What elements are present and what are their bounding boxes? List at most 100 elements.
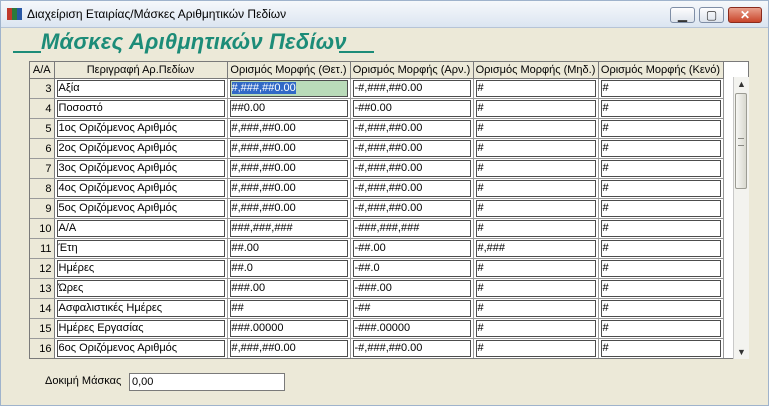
- close-button[interactable]: ✕: [728, 7, 762, 23]
- cell-neg[interactable]: -#,###,##0.00: [350, 158, 474, 179]
- scroll-up-button[interactable]: ▲: [734, 77, 749, 91]
- column-header[interactable]: Ορισμός Μορφής (Αρν.): [350, 62, 474, 79]
- cell-zero[interactable]: #: [473, 138, 599, 159]
- table-row[interactable]: 6 2ος Οριζόμενος Αριθμός #,###,##0.00 -#,##…: [30, 138, 724, 159]
- cell-zero[interactable]: #: [473, 318, 599, 339]
- cell-desc[interactable]: Ασφαλιστικές Ημέρες: [54, 298, 228, 319]
- masks-grid[interactable]: Α/Α Περιγραφή Αρ.Πεδίων Ορισμός Μορφής (Θε…: [29, 61, 749, 359]
- cell-empty[interactable]: #: [598, 138, 724, 159]
- cell-desc[interactable]: 4ος Οριζόμενος Αριθμός: [54, 178, 228, 199]
- cell-pos[interactable]: ###.00: [227, 278, 351, 299]
- table-row[interactable]: 12 Ημέρες ##.0 -##.0 # #: [30, 258, 724, 279]
- cell-pos[interactable]: ##.00: [227, 238, 351, 259]
- column-header[interactable]: Ορισμός Μορφής (Μηδ.): [473, 62, 599, 79]
- cell-pos[interactable]: #,###,##0.00: [227, 158, 351, 179]
- cell-zero[interactable]: #: [473, 198, 599, 219]
- cell-desc[interactable]: Ημέρες: [54, 258, 228, 279]
- cell-neg[interactable]: -###.00000: [350, 318, 474, 339]
- table-row[interactable]: 5 1ος Οριζόμενος Αριθμός #,###,##0.00 -#,##…: [30, 118, 724, 139]
- cell-empty[interactable]: #: [598, 338, 724, 358]
- cell-desc[interactable]: 3ος Οριζόμενος Αριθμός: [54, 158, 228, 179]
- table-row[interactable]: 9 5ος Οριζόμενος Αριθμός #,###,##0.00 -#,##…: [30, 198, 724, 219]
- cell-desc[interactable]: Αξία: [54, 78, 228, 99]
- table-row[interactable]: 8 4ος Οριζόμενος Αριθμός #,###,##0.00 -#,##…: [30, 178, 724, 199]
- test-mask-input[interactable]: [129, 373, 285, 391]
- column-header[interactable]: Ορισμός Μορφής (Θετ.): [227, 62, 351, 79]
- table-row[interactable]: 10 Α/Α ###,###,### -###,###,### # #: [30, 218, 724, 239]
- cell-empty[interactable]: #: [598, 98, 724, 119]
- cell-pos[interactable]: #,###,##0.00: [227, 178, 351, 199]
- cell-pos[interactable]: #,###,##0.00: [227, 198, 351, 219]
- cell-zero[interactable]: #: [473, 258, 599, 279]
- cell-zero[interactable]: #: [473, 178, 599, 199]
- cell-pos[interactable]: ##: [227, 298, 351, 319]
- cell-empty[interactable]: #: [598, 298, 724, 319]
- cell-empty[interactable]: #: [598, 318, 724, 339]
- title-bar[interactable]: Διαχείριση Εταιρίας/Μάσκες Αριθμητικών Π…: [1, 1, 768, 28]
- cell-neg[interactable]: -#,###,##0.00: [350, 338, 474, 358]
- cell-pos[interactable]: #,###,##0.00: [227, 338, 351, 358]
- table-row[interactable]: 16 6ος Οριζόμενος Αριθμός #,###,##0.00 -#,#…: [30, 338, 724, 358]
- cell-pos[interactable]: #,###,##0.00: [227, 78, 351, 99]
- cell-neg[interactable]: -#,###,##0.00: [350, 138, 474, 159]
- cell-pos[interactable]: ###.00000: [227, 318, 351, 339]
- table-row[interactable]: 3 Αξία #,###,##0.00 -#,###,##0.00 # #: [30, 78, 724, 99]
- cell-zero[interactable]: #: [473, 338, 599, 358]
- cell-empty[interactable]: #: [598, 198, 724, 219]
- cell-desc[interactable]: Ημέρες Εργασίας: [54, 318, 228, 339]
- scroll-down-button[interactable]: ▼: [734, 345, 749, 359]
- cell-zero[interactable]: #: [473, 98, 599, 119]
- cell-pos[interactable]: #,###,##0.00: [227, 138, 351, 159]
- cell-desc[interactable]: 5ος Οριζόμενος Αριθμός: [54, 198, 228, 219]
- cell-zero[interactable]: #: [473, 298, 599, 319]
- cell-desc[interactable]: Έτη: [54, 238, 228, 259]
- table-row[interactable]: 11 Έτη ##.00 -##.00 #,### #: [30, 238, 724, 259]
- table-row[interactable]: 13 Ώρες ###.00 -###.00 # #: [30, 278, 724, 299]
- cell-desc[interactable]: 2ος Οριζόμενος Αριθμός: [54, 138, 228, 159]
- cell-neg[interactable]: -#,###,##0.00: [350, 118, 474, 139]
- cell-neg[interactable]: -##: [350, 298, 474, 319]
- table-row[interactable]: 7 3ος Οριζόμενος Αριθμός #,###,##0.00 -#,##…: [30, 158, 724, 179]
- cell-neg[interactable]: -##0.00: [350, 98, 474, 119]
- cell-empty[interactable]: #: [598, 78, 724, 99]
- cell-empty[interactable]: #: [598, 178, 724, 199]
- vertical-scrollbar[interactable]: ▲ ▼: [733, 77, 749, 359]
- cell-pos[interactable]: ##0.00: [227, 98, 351, 119]
- column-header[interactable]: Ορισμός Μορφής (Κενό): [598, 62, 724, 79]
- column-header[interactable]: Περιγραφή Αρ.Πεδίων: [54, 62, 228, 79]
- cell-desc[interactable]: Ώρες: [54, 278, 228, 299]
- cell-zero[interactable]: #: [473, 78, 599, 99]
- cell-neg[interactable]: -#,###,##0.00: [350, 78, 474, 99]
- cell-empty[interactable]: #: [598, 238, 724, 259]
- table-row[interactable]: 15 Ημέρες Εργασίας ###.00000 -###.00000 # #: [30, 318, 724, 339]
- cell-neg[interactable]: -###,###,###: [350, 218, 474, 239]
- cell-desc[interactable]: Ποσοστό: [54, 98, 228, 119]
- cell-zero[interactable]: #: [473, 218, 599, 239]
- minimize-button[interactable]: ▁: [670, 7, 695, 23]
- cell-zero[interactable]: #,###: [473, 238, 599, 259]
- cell-empty[interactable]: #: [598, 118, 724, 139]
- cell-zero[interactable]: #: [473, 158, 599, 179]
- cell-empty[interactable]: #: [598, 278, 724, 299]
- cell-zero[interactable]: #: [473, 278, 599, 299]
- cell-neg[interactable]: -###.00: [350, 278, 474, 299]
- column-header[interactable]: Α/Α: [30, 62, 55, 79]
- cell-empty[interactable]: #: [598, 158, 724, 179]
- cell-empty[interactable]: #: [598, 258, 724, 279]
- maximize-button[interactable]: ▢: [699, 7, 724, 23]
- cell-desc[interactable]: 6ος Οριζόμενος Αριθμός: [54, 338, 228, 358]
- cell-neg[interactable]: -#,###,##0.00: [350, 178, 474, 199]
- cell-pos[interactable]: ###,###,###: [227, 218, 351, 239]
- cell-neg[interactable]: -#,###,##0.00: [350, 198, 474, 219]
- cell-zero[interactable]: #: [473, 118, 599, 139]
- cell-neg[interactable]: -##.00: [350, 238, 474, 259]
- cell-empty[interactable]: #: [598, 218, 724, 239]
- cell-neg[interactable]: -##.0: [350, 258, 474, 279]
- table-row[interactable]: 4 Ποσοστό ##0.00 -##0.00 # #: [30, 98, 724, 119]
- cell-pos[interactable]: ##.0: [227, 258, 351, 279]
- scroll-thumb[interactable]: [735, 93, 747, 189]
- cell-pos[interactable]: #,###,##0.00: [227, 118, 351, 139]
- cell-desc[interactable]: Α/Α: [54, 218, 228, 239]
- table-row[interactable]: 14 Ασφαλιστικές Ημέρες ## -## # #: [30, 298, 724, 319]
- cell-desc[interactable]: 1ος Οριζόμενος Αριθμός: [54, 118, 228, 139]
